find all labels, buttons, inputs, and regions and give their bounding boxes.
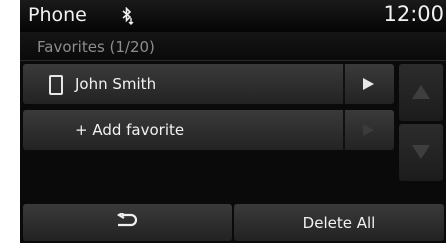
favorites-header: Favorites (1/20) bbox=[20, 32, 446, 61]
play-arrow-icon[interactable] bbox=[363, 78, 374, 90]
phone-screen: Phone 12:00 Favorites (1/20) John Smith … bbox=[20, 0, 446, 243]
favorite-name: John Smith bbox=[75, 75, 157, 93]
status-bar: Phone 12:00 bbox=[20, 0, 446, 32]
clock: 12:00 bbox=[383, 2, 444, 26]
delete-all-label: Delete All bbox=[302, 214, 376, 232]
phone-icon bbox=[49, 75, 63, 95]
favorites-count: Favorites (1/20) bbox=[37, 38, 155, 56]
bluetooth-icon bbox=[122, 7, 134, 25]
divider bbox=[343, 110, 345, 150]
bottom-bar: Delete All bbox=[20, 204, 446, 243]
add-favorite-button[interactable]: + Add favorite bbox=[23, 110, 394, 150]
add-favorite-label: + Add favorite bbox=[75, 121, 185, 139]
back-icon bbox=[116, 213, 138, 227]
divider bbox=[343, 64, 345, 104]
play-arrow-icon bbox=[363, 124, 374, 136]
down-arrow-icon bbox=[412, 145, 430, 159]
back-button[interactable] bbox=[23, 204, 232, 241]
up-arrow-icon bbox=[412, 85, 430, 99]
favorite-item-john-smith[interactable]: John Smith bbox=[23, 64, 394, 104]
scroll-up-button[interactable] bbox=[399, 64, 443, 121]
delete-all-button[interactable]: Delete All bbox=[234, 204, 444, 241]
app-title: Phone bbox=[28, 4, 87, 26]
scroll-down-button[interactable] bbox=[399, 124, 443, 181]
